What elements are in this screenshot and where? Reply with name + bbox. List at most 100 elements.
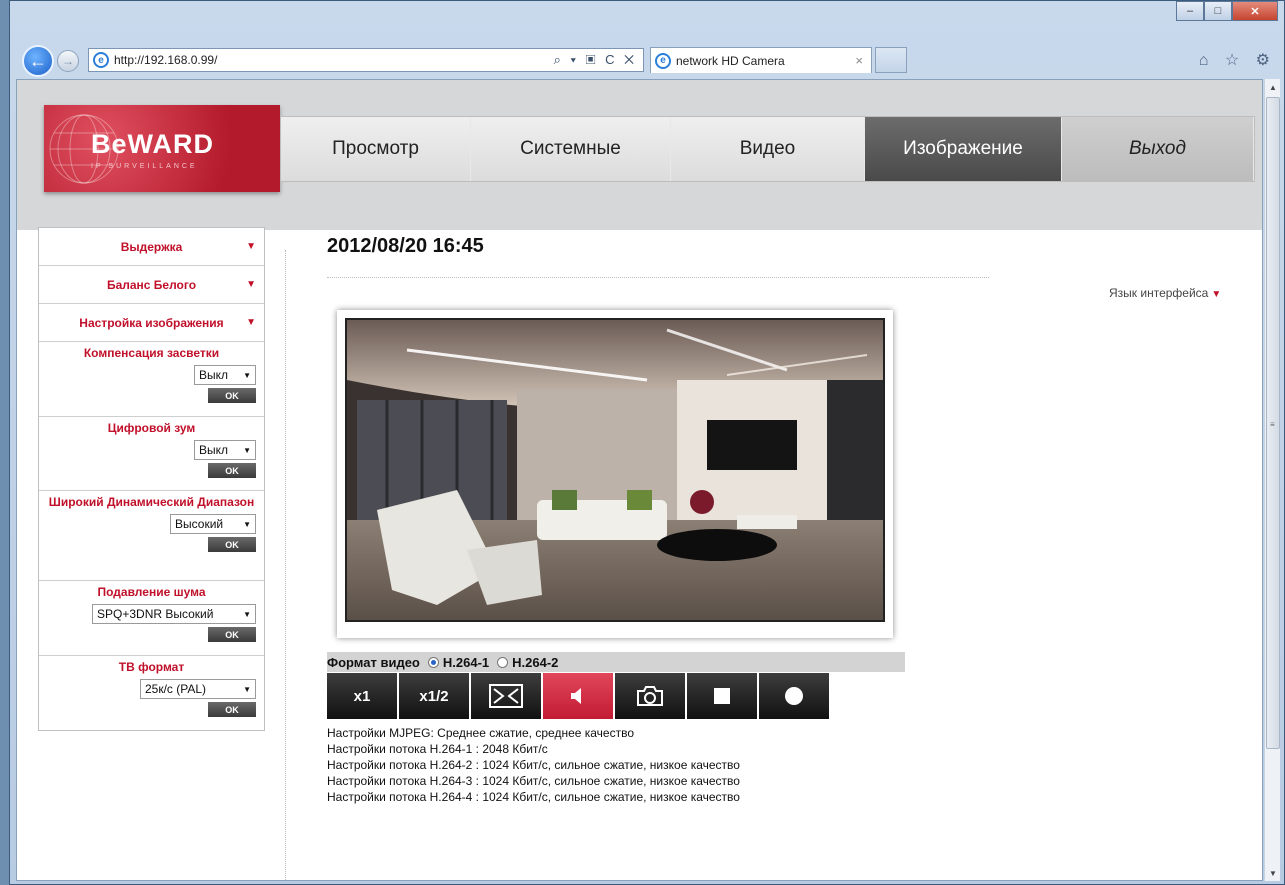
- sidebar-section-label: Настройка изображения: [79, 315, 224, 330]
- camera-icon: [637, 686, 663, 706]
- stream-info: Настройки MJPEG: Среднее сжатие, среднее…: [327, 725, 740, 805]
- browser-titlebar: – □ ✕ ← → e http://192.168.0.99/ ⌕ ▾ ▣ C…: [10, 1, 1284, 79]
- expand-triangle-icon: ▼: [246, 317, 256, 328]
- setting-title: Широкий Динамический Диапазон: [48, 495, 255, 509]
- ok-button[interactable]: OK: [208, 463, 256, 478]
- format-option-label: H.264-1: [442, 654, 490, 670]
- browser-tab[interactable]: e network HD Camera ×: [650, 47, 872, 73]
- sidebar: Выдержка ▼ Баланс Белого ▼ Настройка изо…: [38, 227, 265, 731]
- expand-triangle-icon: ▼: [246, 241, 256, 252]
- setting-title: ТВ формат: [118, 660, 185, 674]
- info-line: Настройки потока H.264-4 : 1024 Кбит/с, …: [327, 790, 740, 804]
- wdr-select[interactable]: Высокий ▼: [170, 514, 256, 534]
- scroll-down-arrow-icon[interactable]: ▼: [1265, 865, 1281, 881]
- address-text: http://192.168.0.99/: [114, 53, 218, 67]
- noise-reduction-select[interactable]: SPQ+3DNR Высокий ▼: [92, 604, 256, 624]
- info-line: Настройки потока H.264-2 : 1024 Кбит/с, …: [327, 758, 740, 772]
- scroll-thumb[interactable]: ≡: [1266, 97, 1280, 749]
- new-tab-button[interactable]: [875, 47, 907, 73]
- zoom-half-button[interactable]: x1/2: [399, 673, 469, 719]
- dropdown-arrow-icon: ▼: [243, 445, 251, 455]
- select-value: Выкл: [199, 368, 229, 382]
- menu-system[interactable]: Системные: [471, 117, 671, 181]
- dropdown-triangle-icon: ▼: [1211, 289, 1222, 300]
- info-line: Настройки потока H.264-1 : 2048 Кбит/с: [327, 742, 548, 756]
- dropdown-arrow-icon: ▼: [243, 519, 251, 529]
- expand-triangle-icon: ▼: [246, 279, 256, 290]
- record-icon: [785, 687, 803, 705]
- scroll-up-arrow-icon[interactable]: ▲: [1265, 79, 1281, 95]
- dropdown-arrow-icon: ▼: [243, 684, 251, 694]
- video-frame: [337, 310, 893, 638]
- minimize-button[interactable]: –: [1176, 1, 1204, 21]
- header-band: BeWARD IP SURVEILLANCE Просмотр Системны…: [17, 80, 1262, 230]
- backlight-select[interactable]: Выкл ▼: [194, 365, 256, 385]
- sidebar-section-label: Баланс Белого: [106, 277, 197, 292]
- forward-button[interactable]: →: [57, 50, 79, 72]
- back-arrow-icon: ←: [29, 50, 47, 71]
- stop-button[interactable]: [687, 673, 757, 719]
- date-divider: [327, 277, 989, 278]
- tab-close-icon[interactable]: ×: [855, 53, 863, 68]
- sidebar-section-image-settings[interactable]: Настройка изображения ▼: [39, 304, 264, 342]
- tab-title: network HD Camera: [676, 53, 785, 68]
- vertical-scrollbar[interactable]: ▲ ≡ ▼: [1264, 79, 1280, 881]
- setting-tv-format: ТВ формат 25к/с (PAL) ▼ OK: [39, 656, 264, 730]
- tv-format-select[interactable]: 25к/с (PAL) ▼: [140, 679, 256, 699]
- language-label: Язык интерфейса: [1109, 286, 1209, 300]
- format-option-label: H.264-2: [512, 654, 559, 670]
- browser-window: – □ ✕ ← → e http://192.168.0.99/ ⌕ ▾ ▣ C…: [9, 0, 1285, 885]
- digital-zoom-select[interactable]: Выкл ▼: [194, 440, 256, 460]
- scroll-grip-icon: ≡: [1270, 420, 1275, 429]
- audio-button[interactable]: [543, 673, 613, 719]
- back-button[interactable]: ←: [22, 45, 54, 77]
- ok-button[interactable]: OK: [208, 627, 256, 642]
- fullscreen-button[interactable]: [471, 673, 541, 719]
- language-selector[interactable]: Язык интерфейса ▼: [1109, 286, 1221, 300]
- setting-digital-zoom: Цифровой зум Выкл ▼ OK: [39, 417, 264, 491]
- format-radio-h264-1[interactable]: [427, 656, 439, 668]
- camera-video-feed[interactable]: [345, 318, 885, 622]
- address-bar[interactable]: e http://192.168.0.99/ ⌕ ▾ ▣ C ✕: [88, 48, 644, 72]
- player-controls: x1 x1/2: [327, 673, 831, 719]
- setting-title: Компенсация засветки: [83, 346, 220, 360]
- page-viewport: BeWARD IP SURVEILLANCE Просмотр Системны…: [16, 79, 1263, 881]
- sidebar-section-exposure[interactable]: Выдержка ▼: [39, 228, 264, 266]
- select-value: Высокий: [175, 517, 224, 531]
- ok-button[interactable]: OK: [208, 702, 256, 717]
- logo-brand: BeWARD: [91, 129, 215, 159]
- dropdown-arrow-icon: ▼: [243, 370, 251, 380]
- video-format-bar: Формат видео H.264-1 H.264-2: [327, 652, 905, 672]
- ie-tab-icon: e: [655, 52, 671, 69]
- sidebar-section-white-balance[interactable]: Баланс Белого ▼: [39, 266, 264, 304]
- setting-title: Подавление шума: [97, 585, 206, 599]
- menu-exit[interactable]: Выход: [1062, 117, 1254, 181]
- ok-button[interactable]: OK: [208, 537, 256, 552]
- info-line: Настройки MJPEG: Среднее сжатие, среднее…: [327, 726, 635, 740]
- window-controls: – □ ✕: [1176, 1, 1278, 21]
- select-value: Выкл: [199, 443, 229, 457]
- address-tools-icons[interactable]: ⌕ ▾ ▣ C ✕: [554, 52, 637, 68]
- close-window-button[interactable]: ✕: [1232, 1, 1278, 21]
- sidebar-divider: [285, 250, 286, 880]
- format-label: Формат видео: [327, 654, 420, 670]
- setting-backlight-compensation: Компенсация засветки Выкл ▼ OK: [39, 342, 264, 417]
- format-radio-h264-2[interactable]: [497, 656, 509, 668]
- snapshot-button[interactable]: [615, 673, 685, 719]
- zoom-x1-button[interactable]: x1: [327, 673, 397, 719]
- forward-arrow-icon: →: [62, 54, 74, 68]
- setting-title: Цифровой зум: [107, 421, 196, 435]
- beward-logo: BeWARD IP SURVEILLANCE: [44, 105, 280, 192]
- menu-image[interactable]: Изображение: [865, 117, 1062, 181]
- logo-tagline: IP SURVEILLANCE: [91, 163, 198, 170]
- ok-button[interactable]: OK: [208, 388, 256, 403]
- maximize-button[interactable]: □: [1204, 1, 1232, 21]
- menu-video[interactable]: Видео: [671, 117, 865, 181]
- home-favorites-settings-icons[interactable]: ⌂ ☆ ⚙: [1199, 50, 1276, 70]
- fullscreen-icon: [489, 684, 523, 708]
- record-button[interactable]: [759, 673, 829, 719]
- datetime: 2012/08/20 16:45: [327, 235, 484, 257]
- select-value: SPQ+3DNR Высокий: [97, 607, 214, 621]
- menu-view[interactable]: Просмотр: [281, 117, 471, 181]
- sidebar-section-label: Выдержка: [120, 239, 183, 254]
